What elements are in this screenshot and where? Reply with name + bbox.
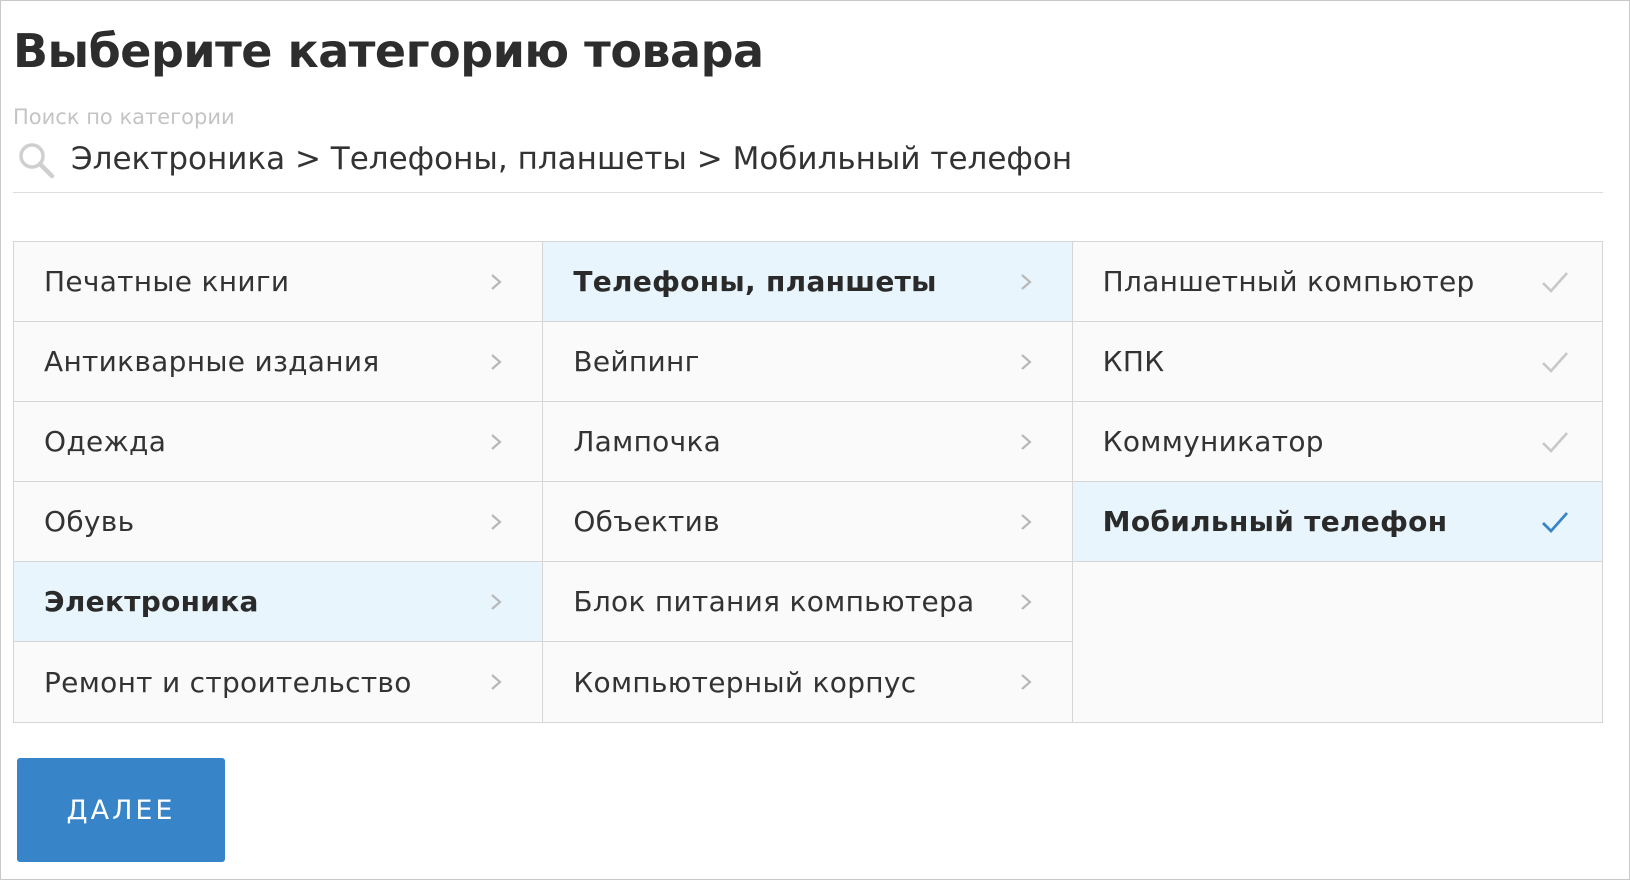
- category-column-2: Телефоны, планшеты Вейпинг Лампочка Объе…: [543, 242, 1073, 722]
- check-icon: [1541, 512, 1569, 534]
- category-item-label: Одежда: [44, 425, 167, 458]
- category-item-label: Компьютерный корпус: [573, 665, 917, 699]
- category-search: Поиск по категории: [13, 101, 1603, 193]
- category-item-label: Лампочка: [573, 425, 722, 458]
- chevron-right-icon: [491, 434, 502, 450]
- category-item-lens[interactable]: Объектив: [543, 482, 1072, 562]
- category-item-label: Электроника: [44, 585, 259, 618]
- check-icon: [1542, 272, 1568, 293]
- category-item-clothing[interactable]: Одежда: [14, 402, 543, 482]
- category-item-phones-tablets[interactable]: Телефоны, планшеты: [543, 242, 1072, 322]
- category-item-communicator[interactable]: Коммуникатор: [1072, 402, 1602, 482]
- search-input[interactable]: [71, 137, 1591, 181]
- category-column-3: Планшетный компьютер КПК Коммуникатор Мо…: [1072, 242, 1602, 722]
- chevron-right-icon: [491, 274, 502, 290]
- category-item-light-bulb[interactable]: Лампочка: [543, 402, 1072, 482]
- window-frame: Выберите категорию товара Поиск по катег…: [0, 0, 1630, 880]
- category-item-vaping[interactable]: Вейпинг: [543, 322, 1072, 402]
- chevron-right-icon: [1020, 674, 1032, 690]
- category-item-label: Печатные книги: [44, 265, 290, 298]
- search-icon: [19, 143, 55, 179]
- chevron-right-icon: [491, 674, 502, 690]
- check-icon: [1542, 432, 1568, 453]
- category-item-label: Коммуникатор: [1102, 425, 1324, 458]
- category-item-printed-books[interactable]: Печатные книги: [14, 242, 543, 322]
- category-item-tablet-computer[interactable]: Планшетный компьютер: [1072, 242, 1602, 322]
- chevron-right-icon: [1020, 514, 1032, 530]
- category-item-label: Обувь: [44, 505, 135, 538]
- category-item-label: Вейпинг: [573, 345, 700, 378]
- search-label: Поиск по категории: [13, 105, 235, 129]
- category-item-label: Ремонт и строительство: [44, 665, 412, 699]
- category-item-label: Планшетный компьютер: [1102, 265, 1475, 298]
- category-item-label: Блок питания компьютера: [573, 585, 975, 618]
- category-item-label: Мобильный телефон: [1102, 505, 1448, 538]
- chevron-right-icon: [1020, 274, 1032, 290]
- category-item-shoes[interactable]: Обувь: [14, 482, 543, 562]
- chevron-right-icon: [1020, 434, 1032, 450]
- category-item-antique-editions[interactable]: Антикварные издания: [14, 322, 543, 402]
- category-item-pda[interactable]: КПК: [1072, 322, 1602, 402]
- check-icon: [1542, 352, 1568, 373]
- category-item-label: Антикварные издания: [44, 345, 380, 378]
- category-item-label: Телефоны, планшеты: [573, 265, 937, 298]
- empty-area: [1072, 562, 1602, 722]
- category-item-label: КПК: [1102, 345, 1165, 378]
- category-item-label: Объектив: [573, 505, 720, 538]
- chevron-right-icon: [1020, 354, 1032, 370]
- chevron-right-icon: [1020, 594, 1032, 610]
- chevron-right-icon: [491, 594, 502, 610]
- category-item-pc-power-supply[interactable]: Блок питания компьютера: [543, 562, 1072, 642]
- page-title: Выберите категорию товара: [13, 24, 764, 78]
- chevron-right-icon: [491, 514, 502, 530]
- category-item-pc-case[interactable]: Компьютерный корпус: [543, 642, 1072, 722]
- category-item-electronics[interactable]: Электроника: [14, 562, 543, 642]
- category-grid: Печатные книги Антикварные издания Одежд…: [13, 241, 1603, 723]
- category-item-repair-construction[interactable]: Ремонт и строительство: [14, 642, 543, 722]
- category-item-mobile-phone[interactable]: Мобильный телефон: [1072, 482, 1602, 562]
- next-button[interactable]: ДАЛЕЕ: [17, 758, 225, 862]
- chevron-right-icon: [491, 354, 502, 370]
- category-column-1: Печатные книги Антикварные издания Одежд…: [14, 242, 544, 722]
